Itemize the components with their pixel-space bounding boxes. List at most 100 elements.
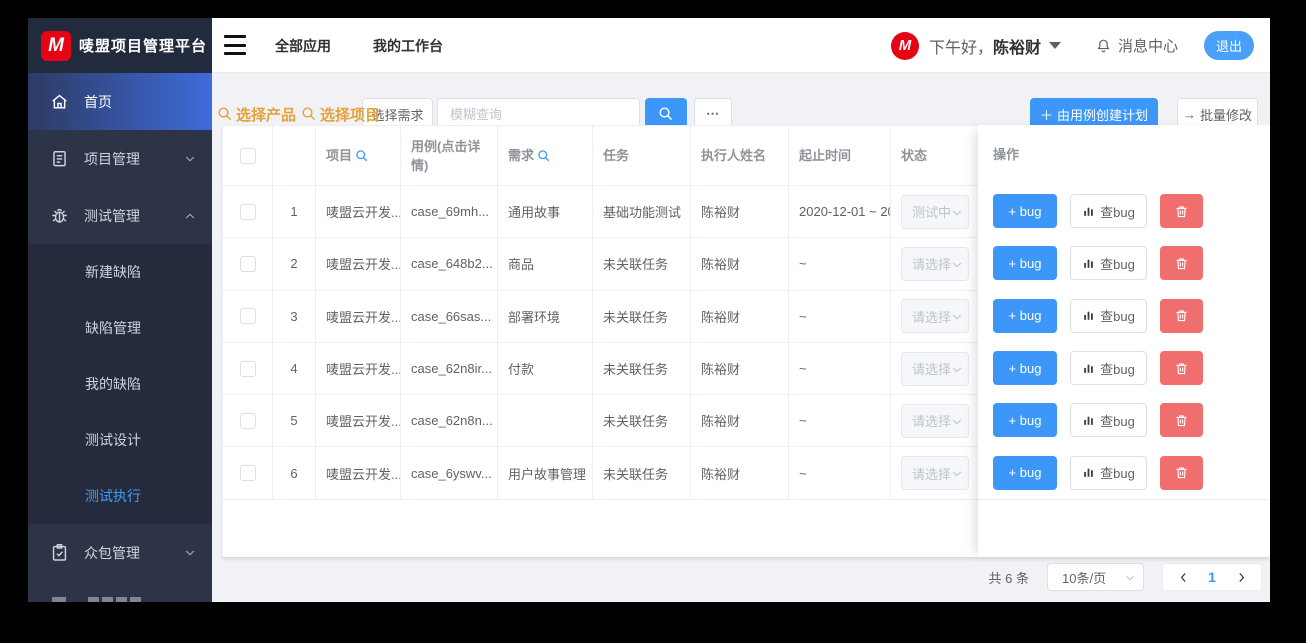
search-icon[interactable] — [355, 149, 369, 163]
nav-all-apps[interactable]: 全部应用 — [275, 36, 331, 56]
app-title: 唛盟项目管理平台 — [79, 38, 208, 55]
view-bug-label: 查bug — [1100, 361, 1135, 377]
sidebar-subitem-my-defects[interactable]: 我的缺陷 — [28, 356, 212, 412]
case-header: 用例(点击详情) — [401, 126, 498, 185]
row-checkbox[interactable] — [239, 308, 256, 325]
view-bug-button[interactable]: 查bug — [1070, 403, 1147, 438]
delete-button[interactable] — [1160, 351, 1203, 386]
view-bug-button[interactable]: 查bug — [1070, 455, 1147, 490]
executor-cell: 陈裕财 — [691, 395, 789, 447]
case-cell[interactable]: case_6yswv... — [401, 447, 498, 499]
delete-button[interactable] — [1160, 455, 1203, 490]
sidebar-item-label: 项目管理 — [84, 150, 140, 167]
header-right: M 下午好，陈裕财 消息中心 退出 — [890, 18, 1254, 73]
project-header: 项目 — [316, 126, 401, 185]
requirement-cell: 商品 — [498, 238, 593, 290]
sidebar-subitem-defect-mgmt[interactable]: 缺陷管理 — [28, 300, 212, 356]
sidebar-subitem-new-defect[interactable]: 新建缺陷 — [28, 244, 212, 300]
status-select[interactable]: 请选择 — [901, 403, 969, 438]
row-index: 1 — [273, 186, 316, 238]
executor-header: 执行人姓名 — [691, 126, 789, 185]
menu-collapse-icon[interactable] — [224, 35, 246, 55]
case-cell[interactable]: case_648b2... — [401, 238, 498, 290]
logout-button[interactable]: 退出 — [1204, 31, 1254, 60]
view-bug-button[interactable]: 查bug — [1070, 246, 1147, 281]
sidebar-item-home[interactable]: 首页 — [28, 73, 212, 130]
page-number[interactable]: 1 — [1197, 569, 1227, 585]
view-bug-button[interactable]: 查bug — [1070, 194, 1147, 229]
add-bug-button[interactable]: + bug — [993, 351, 1057, 386]
period-cell: ~ — [789, 238, 891, 290]
create-plan-label: 由用例创建计划 — [1057, 107, 1149, 123]
header-nav: 全部应用 我的工作台 — [275, 18, 443, 73]
prev-page-button[interactable] — [1169, 564, 1197, 590]
add-bug-button[interactable]: + bug — [993, 246, 1057, 281]
nav-my-workbench[interactable]: 我的工作台 — [373, 36, 443, 56]
search-icon[interactable] — [537, 149, 551, 163]
add-bug-button[interactable]: + bug — [993, 455, 1057, 490]
delete-button[interactable] — [1160, 403, 1203, 438]
bar-chart-icon — [1084, 311, 1093, 321]
delete-button[interactable] — [1160, 298, 1203, 333]
view-bug-button[interactable]: 查bug — [1070, 351, 1147, 386]
sidebar: 首页 项目管理 测试管理 新建缺陷 缺陷管理 我的缺陷 测试设计 测试执行 众包… — [28, 73, 212, 602]
row-checkbox[interactable] — [239, 255, 256, 272]
row-checkbox[interactable] — [239, 203, 256, 220]
add-bug-button[interactable]: + bug — [993, 403, 1057, 438]
home-icon — [52, 94, 67, 109]
page-size-select[interactable]: 10条/页 — [1047, 563, 1144, 591]
message-center[interactable]: 消息中心 — [1095, 35, 1178, 56]
case-cell[interactable]: case_62n8ir... — [401, 342, 498, 395]
delete-button[interactable] — [1160, 246, 1203, 281]
trash-icon — [1175, 205, 1188, 217]
select-product-link[interactable]: 选择产品 — [217, 104, 296, 125]
bug-icon — [51, 208, 68, 223]
user-greeting[interactable]: 下午好，陈裕财 — [929, 34, 1041, 58]
task-cell: 未关联任务 — [593, 290, 691, 342]
view-bug-button[interactable]: 查bug — [1070, 298, 1147, 333]
task-cell: 基础功能测试 — [593, 186, 691, 238]
status-select[interactable]: 请选择 — [901, 246, 969, 281]
status-select[interactable]: 请选择 — [901, 351, 969, 386]
select-all-checkbox[interactable] — [239, 147, 256, 164]
sidebar-item-label: 首页 — [84, 93, 112, 110]
executor-cell: 陈裕财 — [691, 290, 789, 342]
requirement-cell — [498, 395, 593, 447]
message-center-label: 消息中心 — [1117, 38, 1178, 55]
trash-icon — [1175, 362, 1188, 374]
chevron-down-icon — [953, 471, 961, 477]
add-bug-button[interactable]: + bug — [993, 298, 1057, 333]
row-index: 6 — [273, 447, 316, 499]
sidebar-subitem-test-execution[interactable]: 测试执行 — [28, 468, 212, 524]
row-checkbox[interactable] — [239, 412, 256, 429]
chevron-down-icon — [186, 156, 194, 161]
sidebar-item-crowdsourcing[interactable]: 众包管理 — [28, 524, 212, 581]
sidebar-item-test-mgmt[interactable]: 测试管理 — [28, 187, 212, 244]
status-select-value: 请选择 — [912, 362, 952, 378]
sidebar-subitem-test-design[interactable]: 测试设计 — [28, 412, 212, 468]
period-cell: 2020-12-01 ~ 20 — [789, 186, 891, 238]
chevron-down-icon — [953, 314, 961, 320]
user-dropdown-caret-icon[interactable] — [1048, 42, 1061, 49]
status-select-value: 请选择 — [912, 414, 952, 430]
case-cell[interactable]: case_69mh... — [401, 186, 498, 238]
status-select[interactable]: 请选择 — [901, 456, 969, 491]
executor-cell: 陈裕财 — [691, 238, 789, 290]
row-checkbox[interactable] — [239, 360, 256, 377]
task-cell: 未关联任务 — [593, 342, 691, 395]
requirement-cell: 通用故事 — [498, 186, 593, 238]
avatar[interactable]: M — [890, 31, 919, 60]
status-select[interactable]: 测试中 — [901, 194, 969, 229]
row-checkbox[interactable] — [239, 465, 256, 482]
status-select[interactable]: 请选择 — [901, 299, 969, 334]
sidebar-item-clipped[interactable] — [28, 595, 212, 602]
next-page-button[interactable] — [1227, 564, 1255, 590]
case-cell[interactable]: case_62n8n... — [401, 395, 498, 447]
case-cell[interactable]: case_66sas... — [401, 290, 498, 342]
app-window: M 唛盟项目管理平台 全部应用 我的工作台 M 下午好，陈裕财 消息中心 退出 … — [28, 18, 1270, 602]
select-project-link[interactable]: 选择项目 — [301, 104, 380, 125]
action-column-panel: 操作 + bug 查bug + bug 查bug + bug 查bug + bu… — [978, 125, 1270, 558]
sidebar-item-project-mgmt[interactable]: 项目管理 — [28, 130, 212, 187]
add-bug-button[interactable]: + bug — [993, 194, 1057, 229]
delete-button[interactable] — [1160, 194, 1203, 229]
